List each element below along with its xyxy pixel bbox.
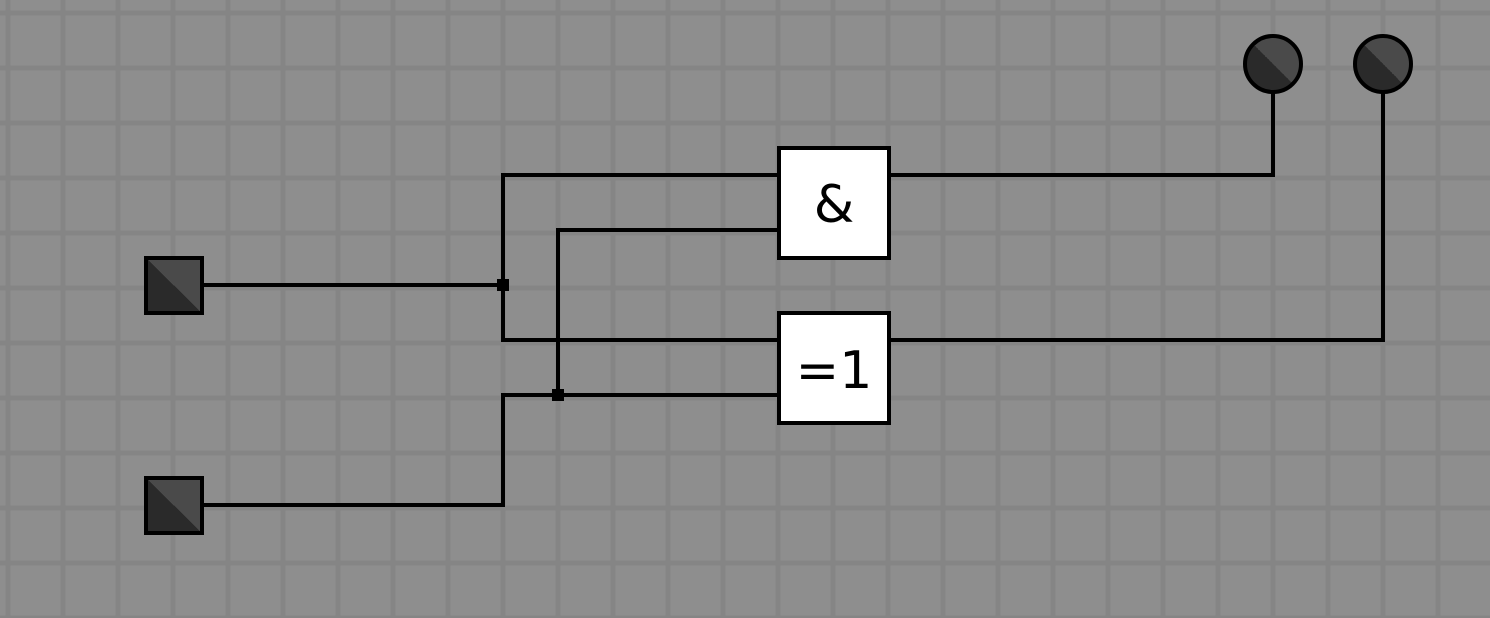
and-gate[interactable]: & <box>777 146 891 260</box>
xor-gate-label: =1 <box>796 341 873 401</box>
circuit-canvas[interactable]: & =1 <box>0 0 1490 618</box>
junction-dot <box>497 279 509 291</box>
output-lamp-and <box>1243 34 1303 94</box>
xor-gate[interactable]: =1 <box>777 311 891 425</box>
and-gate-label: & <box>814 175 855 235</box>
input-switch-b[interactable] <box>144 476 204 535</box>
junction-dot <box>552 389 564 401</box>
output-lamp-xor <box>1353 34 1413 94</box>
input-switch-a[interactable] <box>144 256 204 315</box>
